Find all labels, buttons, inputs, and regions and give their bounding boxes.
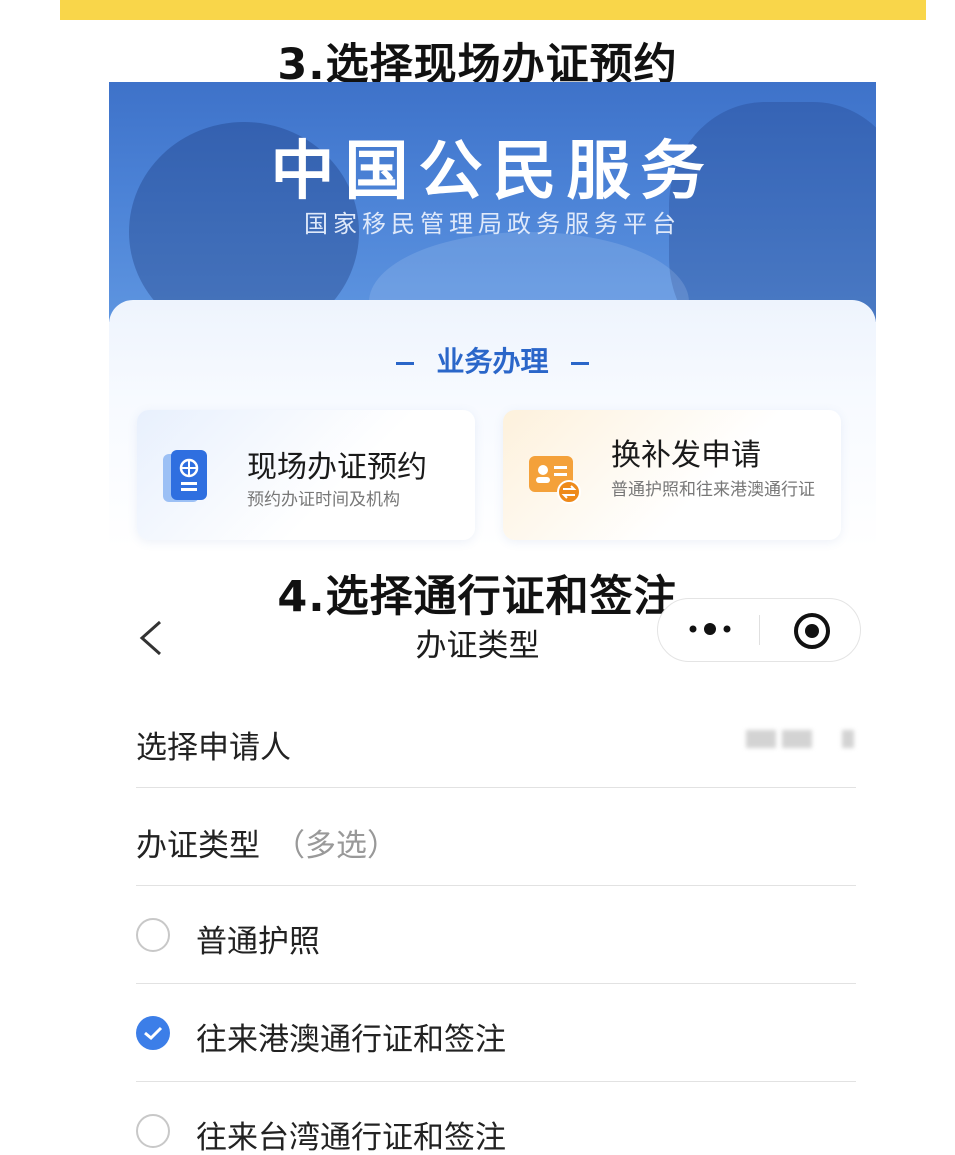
id-card-exchange-icon: [527, 448, 581, 506]
capsule-divider: [759, 615, 760, 645]
multi-select-hint: （多选）: [274, 828, 398, 864]
blur-block: [746, 730, 776, 748]
mini-program-capsule: [657, 598, 861, 662]
blur-block: [842, 730, 854, 748]
card-subtitle: 普通护照和往来港澳通行证: [611, 480, 815, 500]
heading-dash: [570, 361, 589, 365]
type-label: 办证类型 （多选）: [136, 820, 398, 865]
banner-subtitle: 国家移民管理局政务服务平台: [304, 210, 681, 238]
option-hk-macao-permit[interactable]: 往来港澳通行证和签注: [136, 984, 856, 1082]
business-panel: 业务办理 现场办证预约 预约办证时间及机构 换补发申请 普通护照和往来港澳通行证: [109, 300, 876, 550]
business-heading-label: 业务办理: [436, 345, 549, 378]
type-row: 办证类型 （多选）: [136, 788, 856, 886]
banner-title: 中国公民服务: [270, 135, 715, 209]
heading-dash: [396, 361, 415, 365]
checkmark-icon[interactable]: [136, 1016, 170, 1050]
card-subtitle: 预约办证时间及机构: [247, 490, 400, 510]
more-dots-icon[interactable]: [686, 615, 734, 643]
option-label: 往来港澳通行证和签注: [196, 1022, 506, 1058]
applicant-row[interactable]: 选择申请人: [136, 690, 856, 788]
blur-block: [782, 730, 812, 748]
applicant-value-blurred: [746, 730, 856, 750]
target-icon[interactable]: [793, 612, 831, 650]
option-label: 普通护照: [196, 924, 320, 960]
card-title: 换补发申请: [611, 438, 761, 473]
option-ordinary-passport[interactable]: 普通护照: [136, 886, 856, 984]
replacement-application-card[interactable]: 换补发申请 普通护照和往来港澳通行证: [503, 410, 841, 540]
radio-unchecked-icon[interactable]: [136, 1114, 170, 1148]
radio-unchecked-icon[interactable]: [136, 918, 170, 952]
top-highlight-bar: [60, 0, 926, 20]
card-title: 现场办证预约: [247, 450, 427, 485]
option-label: 往来台湾通行证和签注: [196, 1120, 506, 1155]
business-heading: 业务办理: [109, 340, 876, 380]
applicant-label: 选择申请人: [136, 730, 291, 766]
service-banner: 中国公民服务 国家移民管理局政务服务平台: [109, 82, 876, 322]
type-label-text: 办证类型: [136, 828, 260, 864]
onsite-appointment-card[interactable]: 现场办证预约 预约办证时间及机构: [137, 410, 475, 540]
option-taiwan-permit[interactable]: 往来台湾通行证和签注: [136, 1082, 856, 1155]
passport-icon: [161, 448, 211, 506]
